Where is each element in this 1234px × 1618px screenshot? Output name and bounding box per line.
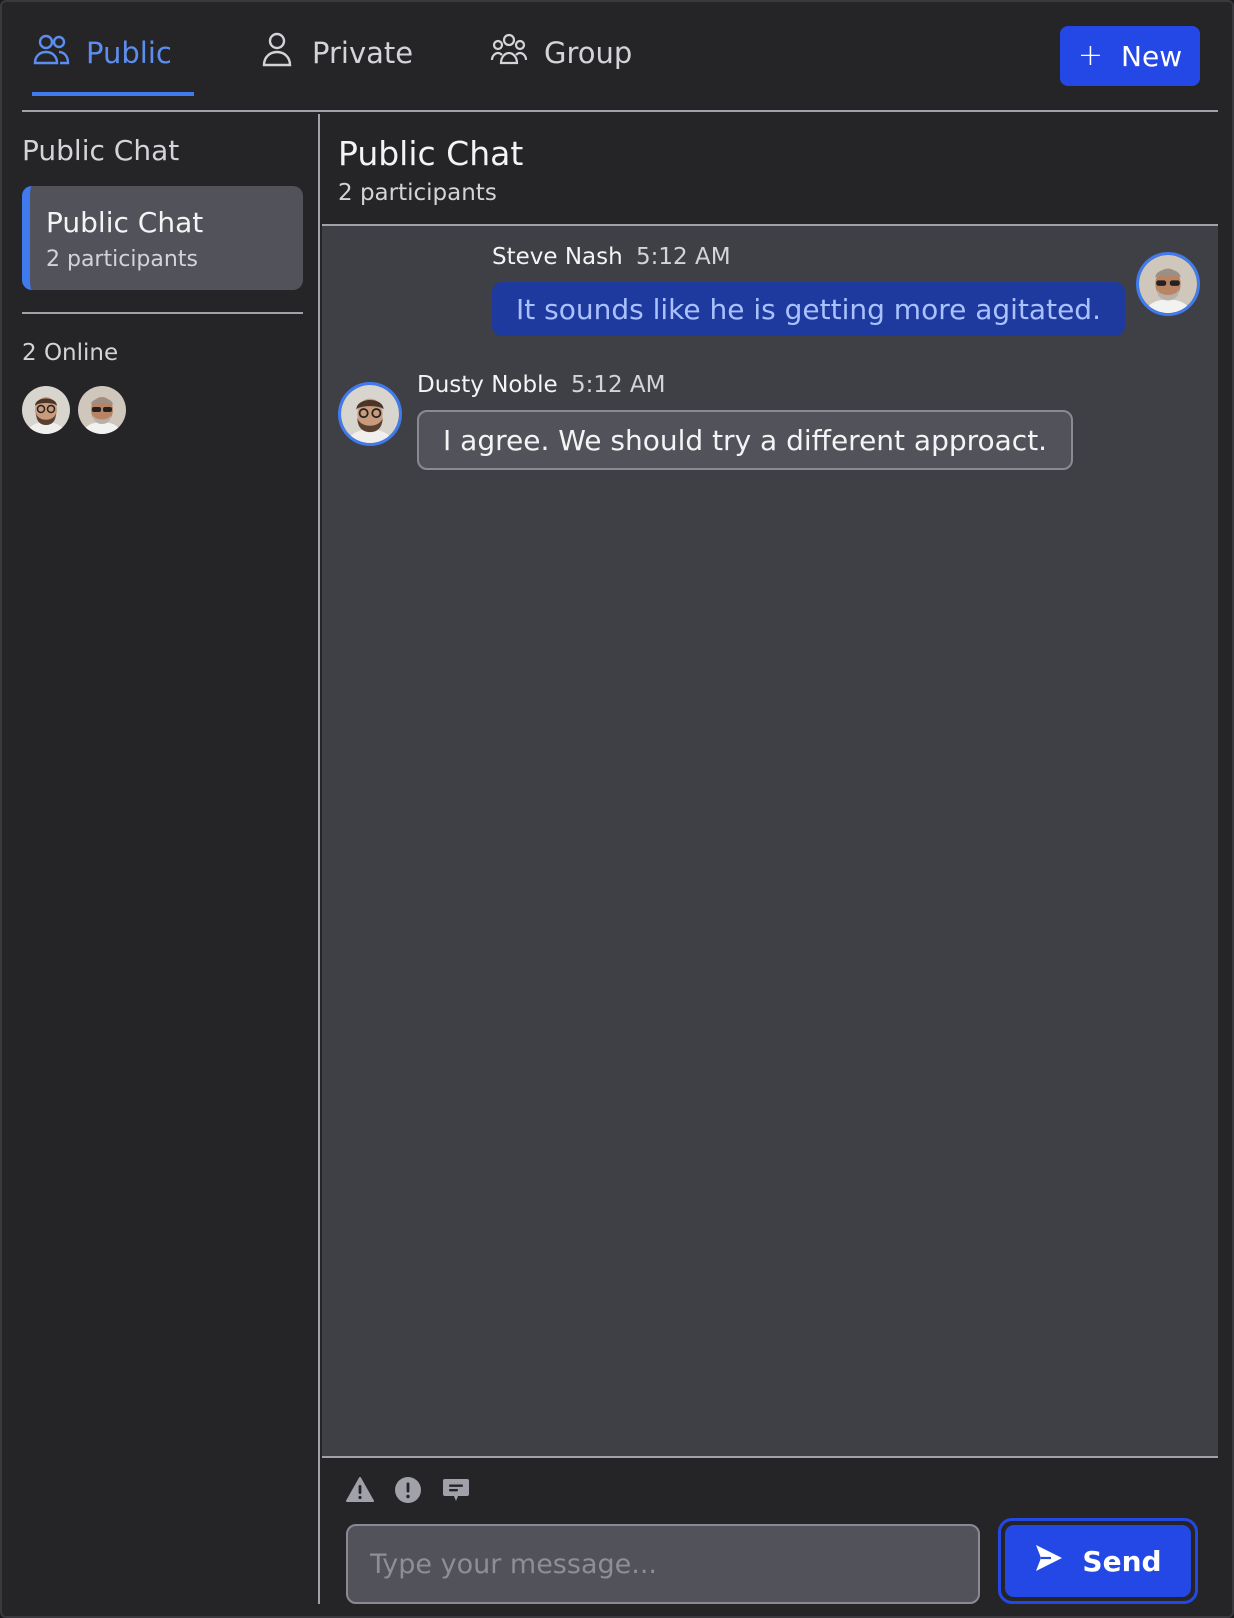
room-name: Public Chat (46, 206, 204, 239)
message-time: 5:12 AM (570, 372, 666, 398)
message-author: Dusty Noble (417, 372, 558, 398)
message-meta: Dusty Noble 5:12 AM (417, 372, 666, 398)
message-text: I agree. We should try a different appro… (443, 423, 1048, 457)
message-list[interactable]: Steve Nash 5:12 AM It sounds like he is … (322, 226, 1218, 1456)
room-item-public-chat[interactable]: Public Chat 2 participants (22, 186, 303, 290)
tab-private[interactable]: Private (258, 30, 413, 94)
avatar-dusty-noble[interactable] (22, 386, 70, 434)
warning-icon[interactable] (346, 1476, 374, 1504)
sidebar-heading: Public Chat (22, 134, 180, 167)
new-button-label: New (1121, 39, 1183, 73)
online-users (22, 386, 126, 434)
tab-label: Public (86, 36, 172, 70)
avatar-dusty-noble[interactable] (338, 382, 402, 446)
comment-icon[interactable] (442, 1476, 470, 1504)
message-bubble-other[interactable]: I agree. We should try a different appro… (417, 410, 1074, 470)
tab-public[interactable]: Public (32, 30, 194, 96)
send-label: Send (1082, 1544, 1162, 1578)
chat-title: Public Chat (338, 134, 524, 173)
users-icon (32, 30, 70, 72)
tab-bar: Public Private Group + New (22, 2, 1218, 112)
send-icon (1034, 1543, 1064, 1580)
avatar-steve-nash[interactable] (1136, 252, 1200, 316)
sidebar: Public Chat Public Chat 2 participants 2… (22, 114, 320, 1604)
avatar-steve-nash[interactable] (78, 386, 126, 434)
room-participants: 2 participants (46, 247, 198, 272)
tab-group[interactable]: Group (490, 30, 632, 94)
chat-header: Public Chat 2 participants (322, 114, 1218, 226)
tab-label: Group (544, 36, 633, 70)
message-meta: Steve Nash 5:12 AM (492, 244, 731, 270)
plus-icon: + (1077, 38, 1104, 73)
new-chat-button[interactable]: + New (1060, 26, 1200, 86)
message-author: Steve Nash (492, 244, 623, 270)
message-input[interactable] (346, 1524, 980, 1604)
composer-toolbar (346, 1476, 470, 1504)
divider (22, 312, 303, 314)
send-button[interactable]: Send (998, 1518, 1198, 1604)
message-composer: Send (322, 1456, 1218, 1604)
tab-label: Private (312, 36, 414, 70)
online-count: 2 Online (22, 340, 119, 366)
chat-window: Public Private Group + New Public Chat P… (0, 0, 1234, 1618)
message-text: It sounds like he is getting more agitat… (516, 292, 1101, 326)
message-time: 5:12 AM (636, 244, 731, 270)
chat-participants: 2 participants (338, 180, 497, 206)
chat-panel: Public Chat 2 participants Steve Nash 5:… (322, 114, 1218, 1604)
message-bubble-own[interactable]: It sounds like he is getting more agitat… (492, 282, 1125, 336)
user-group-icon (490, 30, 528, 72)
user-icon (258, 30, 296, 72)
send-button-inner: Send (1005, 1525, 1191, 1597)
exclamation-icon[interactable] (394, 1476, 422, 1504)
